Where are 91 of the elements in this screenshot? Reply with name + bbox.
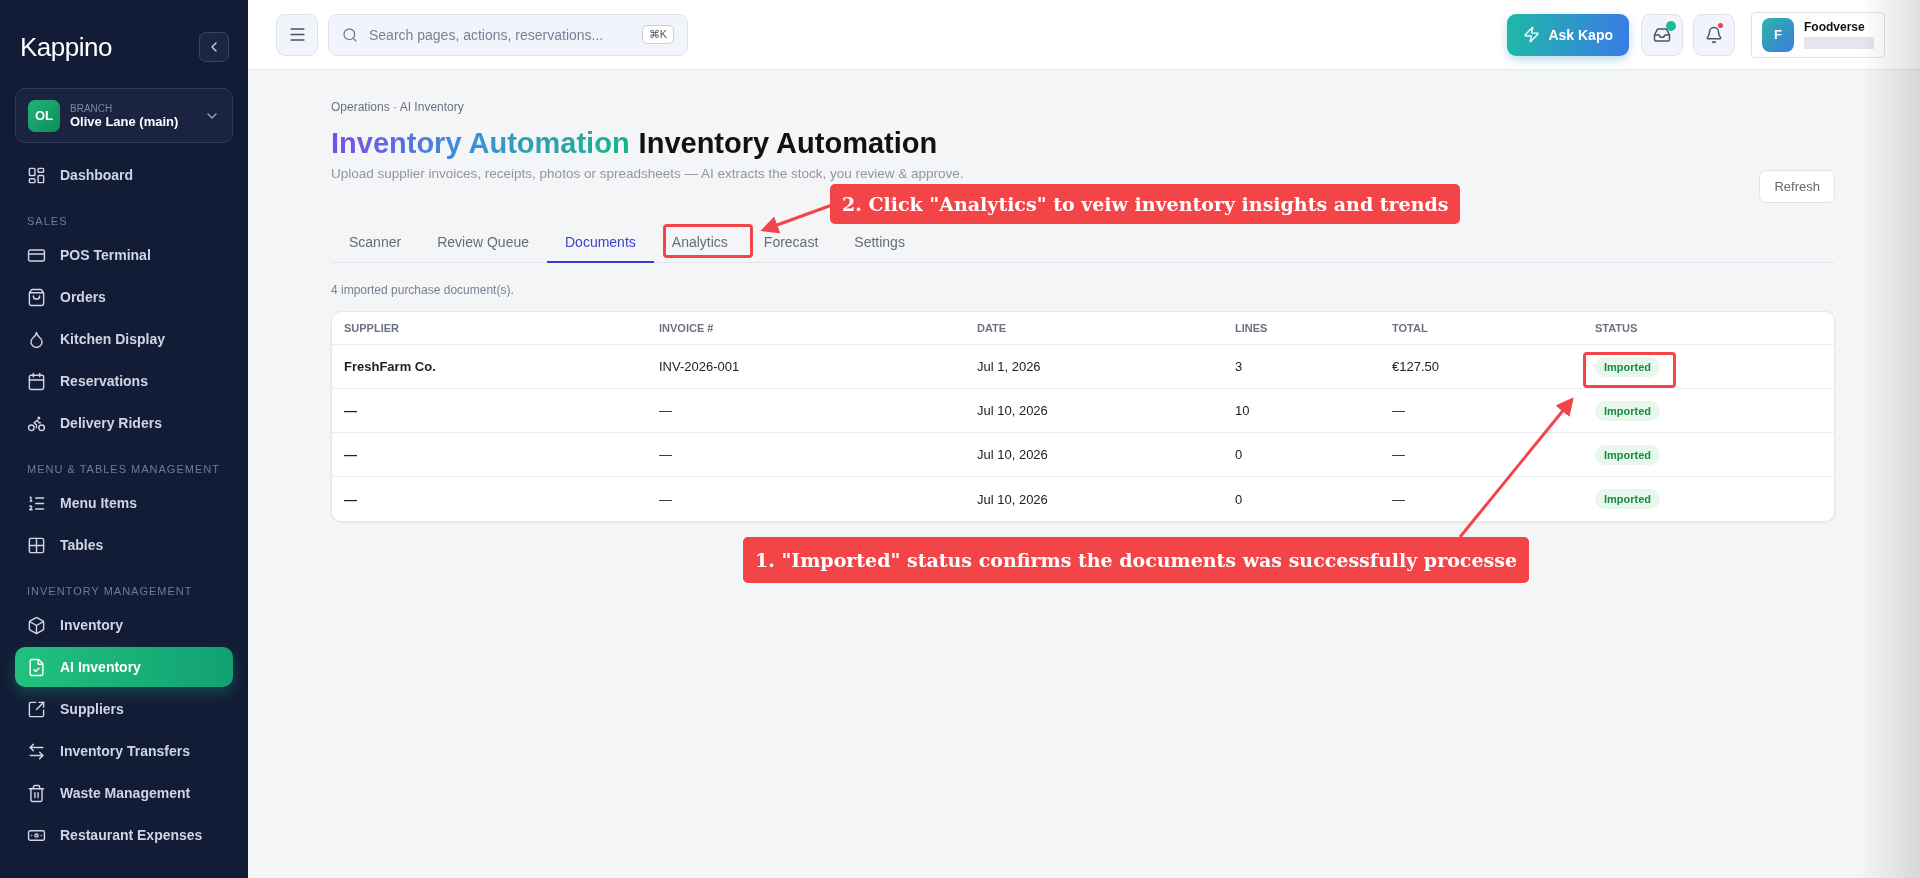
table-cell-text: — — [1392, 447, 1406, 462]
annotation-callout: 2. Click "Analytics" to veiw inventory insights and trends — [830, 184, 1461, 224]
profile-avatar: F — [1762, 17, 1794, 52]
table-cell-text: €127.50 — [1392, 359, 1440, 374]
table-cell-text: Jul 1, 2026 — [977, 359, 1042, 374]
table-cell-text: — — [1392, 491, 1406, 507]
tab[interactable]: Review Queue — [419, 226, 547, 263]
document-count: 4 imported purchase document(s). — [331, 283, 515, 297]
swap-arrows-icon — [27, 741, 46, 761]
status-badge: Imported — [1595, 489, 1661, 509]
table-cell-text: — — [344, 447, 358, 462]
menu-button[interactable] — [276, 13, 318, 56]
table-cell-text: 0 — [1235, 447, 1244, 462]
tab[interactable]: Documents — [547, 226, 654, 263]
inbox-icon — [1653, 25, 1671, 44]
status-badge: Imported — [1595, 400, 1661, 421]
page-subtitle: Upload supplier invoices, receipts, photos or spreadsheets — AI extracts the stock, you review & approve. — [331, 166, 964, 181]
notification-dot — [1718, 22, 1723, 28]
table-cell-text: Jul 10, 2026 — [977, 491, 1049, 507]
profile-menu[interactable]: F Foodverse — [1751, 11, 1885, 58]
sidebar-item[interactable]: POS Terminal — [15, 235, 233, 275]
nav-section-heading: INVENTORY MANAGEMENT — [26, 584, 194, 599]
sidebar-item[interactable]: Tables — [15, 525, 233, 565]
tab[interactable]: Forecast — [745, 226, 837, 263]
breadcrumb: Operations · AI Inventory — [331, 100, 465, 114]
drop-icon — [27, 329, 46, 349]
dashboard-icon — [27, 165, 46, 185]
column-header: DATE — [977, 322, 1008, 334]
list-icon — [27, 493, 46, 513]
table-cell-text: 3 — [1235, 359, 1244, 374]
sidebar-item[interactable]: Waste Management — [15, 773, 233, 813]
status-badge: Imported — [1595, 356, 1661, 377]
column-header: STATUS — [1595, 322, 1639, 334]
column-header: INVOICE # — [659, 322, 715, 334]
kappino-logo: Kappino — [20, 31, 112, 63]
column-header: TOTAL — [1392, 322, 1429, 334]
sidebar-item[interactable]: Menu Items — [15, 483, 233, 523]
box-icon — [27, 615, 46, 635]
status-dot — [1666, 20, 1676, 31]
annotation-callout: 1. "Imported" status confirms the documents was successfully processe — [743, 537, 1529, 583]
sidebar-item[interactable]: Restaurant Expenses — [15, 815, 233, 855]
sidebar-item[interactable]: Suppliers — [15, 689, 233, 729]
search-icon — [342, 26, 358, 43]
table-cell-text: 10 — [1235, 403, 1251, 418]
lightning-icon — [1523, 26, 1541, 43]
grid-icon — [27, 535, 46, 555]
profile-name: Foodverse — [1804, 20, 1866, 34]
bag-icon — [27, 287, 46, 307]
table-cell-text: — — [344, 491, 358, 507]
sidebar-item[interactable]: Delivery Riders — [15, 403, 233, 443]
table-cell-text: — — [1392, 403, 1406, 418]
ask-button[interactable]: Ask Kapo — [1507, 13, 1629, 56]
sidebar-item[interactable]: Dashboard — [15, 155, 233, 195]
collapse-button[interactable] — [199, 32, 229, 62]
page-title: Inventory Automation — [638, 127, 938, 160]
table-cell-text: — — [659, 447, 673, 462]
tab[interactable]: Scanner — [331, 226, 420, 263]
sidebar-item[interactable]: Kitchen Display — [15, 319, 233, 359]
redacted-text — [1804, 37, 1874, 49]
refresh-button[interactable]: Refresh — [1759, 170, 1835, 203]
branch-avatar: OL — [28, 99, 60, 132]
column-header: SUPPLIER — [344, 322, 400, 334]
table-cell-text: FreshFarm Co. — [344, 359, 437, 374]
calendar-icon — [27, 371, 46, 391]
bell-icon — [1705, 25, 1723, 44]
branch-selector[interactable]: OL BRANCH Olive Lane (main) — [15, 88, 233, 143]
table-cell-text: — — [659, 491, 673, 507]
branch-name: Olive Lane (main) — [70, 113, 180, 129]
nav-section-heading: SALES — [26, 214, 69, 229]
table-cell-text: INV-2026-001 — [659, 359, 741, 374]
notifications-button[interactable] — [1693, 13, 1735, 56]
table-cell-text: Jul 10, 2026 — [977, 403, 1049, 418]
table-cell-text: 0 — [1235, 491, 1244, 507]
tab[interactable]: Settings — [836, 226, 923, 263]
file-check-icon — [27, 657, 46, 677]
sidebar-item[interactable]: Orders — [15, 277, 233, 317]
sidebar-item[interactable]: Inventory Transfers — [15, 731, 233, 771]
sidebar-item[interactable]: Reservations — [15, 361, 233, 401]
nav-section-heading: MENU & TABLES MANAGEMENT — [26, 462, 221, 477]
table-cell-text: Jul 10, 2026 — [977, 447, 1049, 462]
inbox-button[interactable] — [1641, 13, 1683, 56]
table-cell-text: — — [659, 403, 673, 418]
sidebar-item[interactable]: Inventory — [15, 605, 233, 645]
table-cell-text: — — [344, 403, 358, 418]
status-badge: Imported — [1595, 444, 1661, 465]
menu-icon — [287, 25, 307, 44]
tab[interactable]: Analytics — [653, 226, 746, 263]
branch-label: BRANCH — [70, 102, 114, 114]
external-link-icon — [27, 699, 46, 719]
column-header: LINES — [1235, 322, 1269, 334]
trash-icon — [27, 783, 46, 803]
